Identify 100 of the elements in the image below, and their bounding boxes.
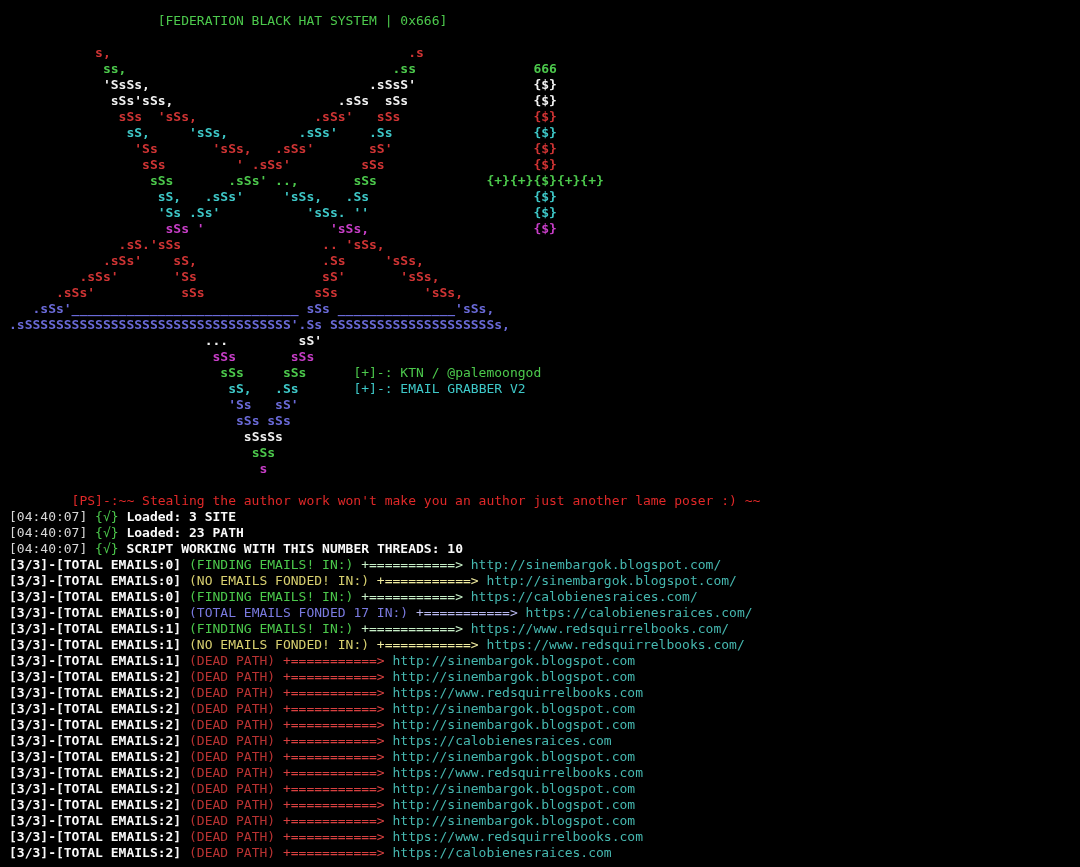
ascii-art: .sSs' sS, .Ss 'sSs,	[102, 253, 424, 268]
ascii-art: sS, 'sSs, .sSs' .Ss	[126, 125, 393, 140]
ascii-art: ... sS'	[204, 333, 323, 348]
status-text: (TOTAL EMAILS FONDED 17 IN:)	[189, 605, 409, 620]
ascii-art: {$}	[533, 189, 557, 204]
ascii-art: sSs	[251, 445, 276, 460]
email-counter: [3/3]-[TOTAL EMAILS:1]	[9, 653, 182, 668]
email-counter: [3/3]-[TOTAL EMAILS:2]	[9, 829, 182, 844]
status-text: (DEAD PATH)	[189, 733, 276, 748]
ascii-art: sSs sSs	[212, 349, 315, 364]
ascii-art: 666	[533, 61, 557, 76]
status-text: (DEAD PATH)	[189, 669, 276, 684]
ascii-art: sSs 'sSs, .sSs' sSs	[118, 109, 401, 124]
url-text: http://sinembargok.blogspot.com/	[486, 573, 737, 588]
arrow-text: +===========>	[282, 733, 385, 748]
ascii-art: {$}	[533, 205, 557, 220]
email-counter: [3/3]-[TOTAL EMAILS:2]	[9, 669, 182, 684]
email-counter: [3/3]-[TOTAL EMAILS:2]	[9, 781, 182, 796]
banner-text: [+]-: KTN / @palemoongod	[353, 365, 542, 380]
arrow-text: +===========>	[282, 685, 385, 700]
status-text: (FINDING EMAILS! IN:)	[189, 589, 354, 604]
status-text: (DEAD PATH)	[189, 765, 276, 780]
url-text: https://calobienesraices.com	[392, 733, 612, 748]
status-text: (DEAD PATH)	[189, 717, 276, 732]
arrow-text: +===========>	[376, 637, 479, 652]
url-text: http://sinembargok.blogspot.com	[392, 797, 636, 812]
ascii-art: s, .s	[95, 45, 424, 60]
ascii-art: sSs ' .sSs' sSs	[142, 157, 385, 172]
email-counter: [3/3]-[TOTAL EMAILS:0]	[9, 589, 182, 604]
status-text: (DEAD PATH)	[189, 653, 276, 668]
check-mark: {√}	[95, 541, 119, 556]
status-text: (DEAD PATH)	[189, 845, 276, 860]
ascii-art: 'Ss .Ss' 'sSs. ''	[157, 205, 370, 220]
ascii-art: {$}	[533, 157, 557, 172]
url-text: https://www.redsquirrelbooks.com	[392, 685, 643, 700]
arrow-text: +===========>	[282, 765, 385, 780]
ascii-art: .sSSSSSSSSSSSSSSSSSSSSSSSSSSSSSSSSSS'.Ss SSSSSSSSSSSSSSSSSSSSSs,	[9, 317, 510, 332]
url-text: http://sinembargok.blogspot.com/	[470, 557, 722, 572]
warning-text: [PS]-:~~ Stealing the author work won't make you an author just another lame poser :) ~~	[71, 493, 761, 508]
url-text: http://sinembargok.blogspot.com	[392, 653, 636, 668]
timestamp: [04:40:07]	[9, 541, 88, 556]
url-text: http://sinembargok.blogspot.com	[392, 669, 636, 684]
ascii-art: sSs'sSs, .sSs sSs	[110, 93, 409, 108]
ascii-art: .sSs' 'Ss sS' 'sSs,	[79, 269, 440, 284]
status-text: (DEAD PATH)	[189, 749, 276, 764]
ascii-art: {$}	[533, 93, 557, 108]
timestamp: [04:40:07]	[9, 525, 88, 540]
url-text: https://www.redsquirrelbooks.com	[392, 765, 643, 780]
email-counter: [3/3]-[TOTAL EMAILS:2]	[9, 797, 182, 812]
status-text: (DEAD PATH)	[189, 797, 276, 812]
email-counter: [3/3]-[TOTAL EMAILS:1]	[9, 637, 182, 652]
timestamp: [04:40:07]	[9, 509, 88, 524]
email-counter: [3/3]-[TOTAL EMAILS:2]	[9, 749, 182, 764]
arrow-text: +===========>	[416, 605, 518, 620]
ascii-art: .sSs' sSs sSs 'sSs,	[55, 285, 463, 300]
status-text: (DEAD PATH)	[189, 829, 276, 844]
status-text: (DEAD PATH)	[189, 701, 276, 716]
url-text: http://sinembargok.blogspot.com	[392, 717, 636, 732]
arrow-text: +===========>	[282, 701, 385, 716]
ascii-art: {$}	[533, 141, 557, 156]
ascii-art: sSs sSs	[220, 365, 307, 380]
email-counter: [3/3]-[TOTAL EMAILS:2]	[9, 701, 182, 716]
arrow-text: +===========>	[282, 669, 385, 684]
email-counter: [3/3]-[TOTAL EMAILS:0]	[9, 573, 182, 588]
ascii-art: sSs ' 'sSs,	[165, 221, 370, 236]
ascii-art: sSsSs	[243, 429, 283, 444]
check-mark: {√}	[95, 525, 119, 540]
status-text: (NO EMAILS FONDED! IN:)	[189, 573, 370, 588]
ascii-art: {$}	[533, 221, 557, 236]
log-message: Loaded: 23 PATH	[126, 525, 244, 540]
arrow-text: +===========>	[282, 797, 385, 812]
email-counter: [3/3]-[TOTAL EMAILS:2]	[9, 813, 182, 828]
arrow-text: +===========>	[282, 717, 385, 732]
log-message: SCRIPT WORKING WITH THIS NUMBER THREADS: 10	[126, 541, 463, 556]
arrow-text: +===========>	[282, 653, 385, 668]
status-text: (DEAD PATH)	[189, 813, 276, 828]
ascii-art: ss, .ss	[102, 61, 416, 76]
ascii-art: {$}	[533, 109, 557, 124]
arrow-text: +===========>	[282, 829, 385, 844]
ascii-art: {$}	[533, 77, 557, 92]
email-counter: [3/3]-[TOTAL EMAILS:2]	[9, 717, 182, 732]
ascii-art: {$}	[533, 125, 557, 140]
arrow-text: +===========>	[361, 589, 463, 604]
banner-text: [+]-: EMAIL GRABBER V2	[353, 381, 526, 396]
ascii-art: s	[259, 461, 268, 476]
email-counter: [3/3]-[TOTAL EMAILS:2]	[9, 845, 182, 860]
url-text: https://www.redsquirrelbooks.com/	[486, 637, 745, 652]
ascii-art: 'Ss 'sSs, .sSs' sS'	[134, 141, 393, 156]
ascii-art: 'SsSs, .sSsS'	[102, 77, 416, 92]
ascii-art: sS, .sSs' 'sSs, .Ss	[157, 189, 370, 204]
ascii-art: sSs sSs	[236, 413, 291, 428]
url-text: https://www.redsquirrelbooks.com	[392, 829, 643, 844]
email-counter: [3/3]-[TOTAL EMAILS:0]	[9, 605, 182, 620]
status-text: (DEAD PATH)	[189, 781, 276, 796]
arrow-text: +===========>	[282, 749, 385, 764]
email-counter: [3/3]-[TOTAL EMAILS:2]	[9, 685, 182, 700]
email-counter: [3/3]-[TOTAL EMAILS:2]	[9, 765, 182, 780]
arrow-text: +===========>	[361, 621, 463, 636]
ascii-art: .sS.'sSs .. 'sSs,	[118, 237, 385, 252]
ascii-art: sS, .Ss	[228, 381, 299, 396]
